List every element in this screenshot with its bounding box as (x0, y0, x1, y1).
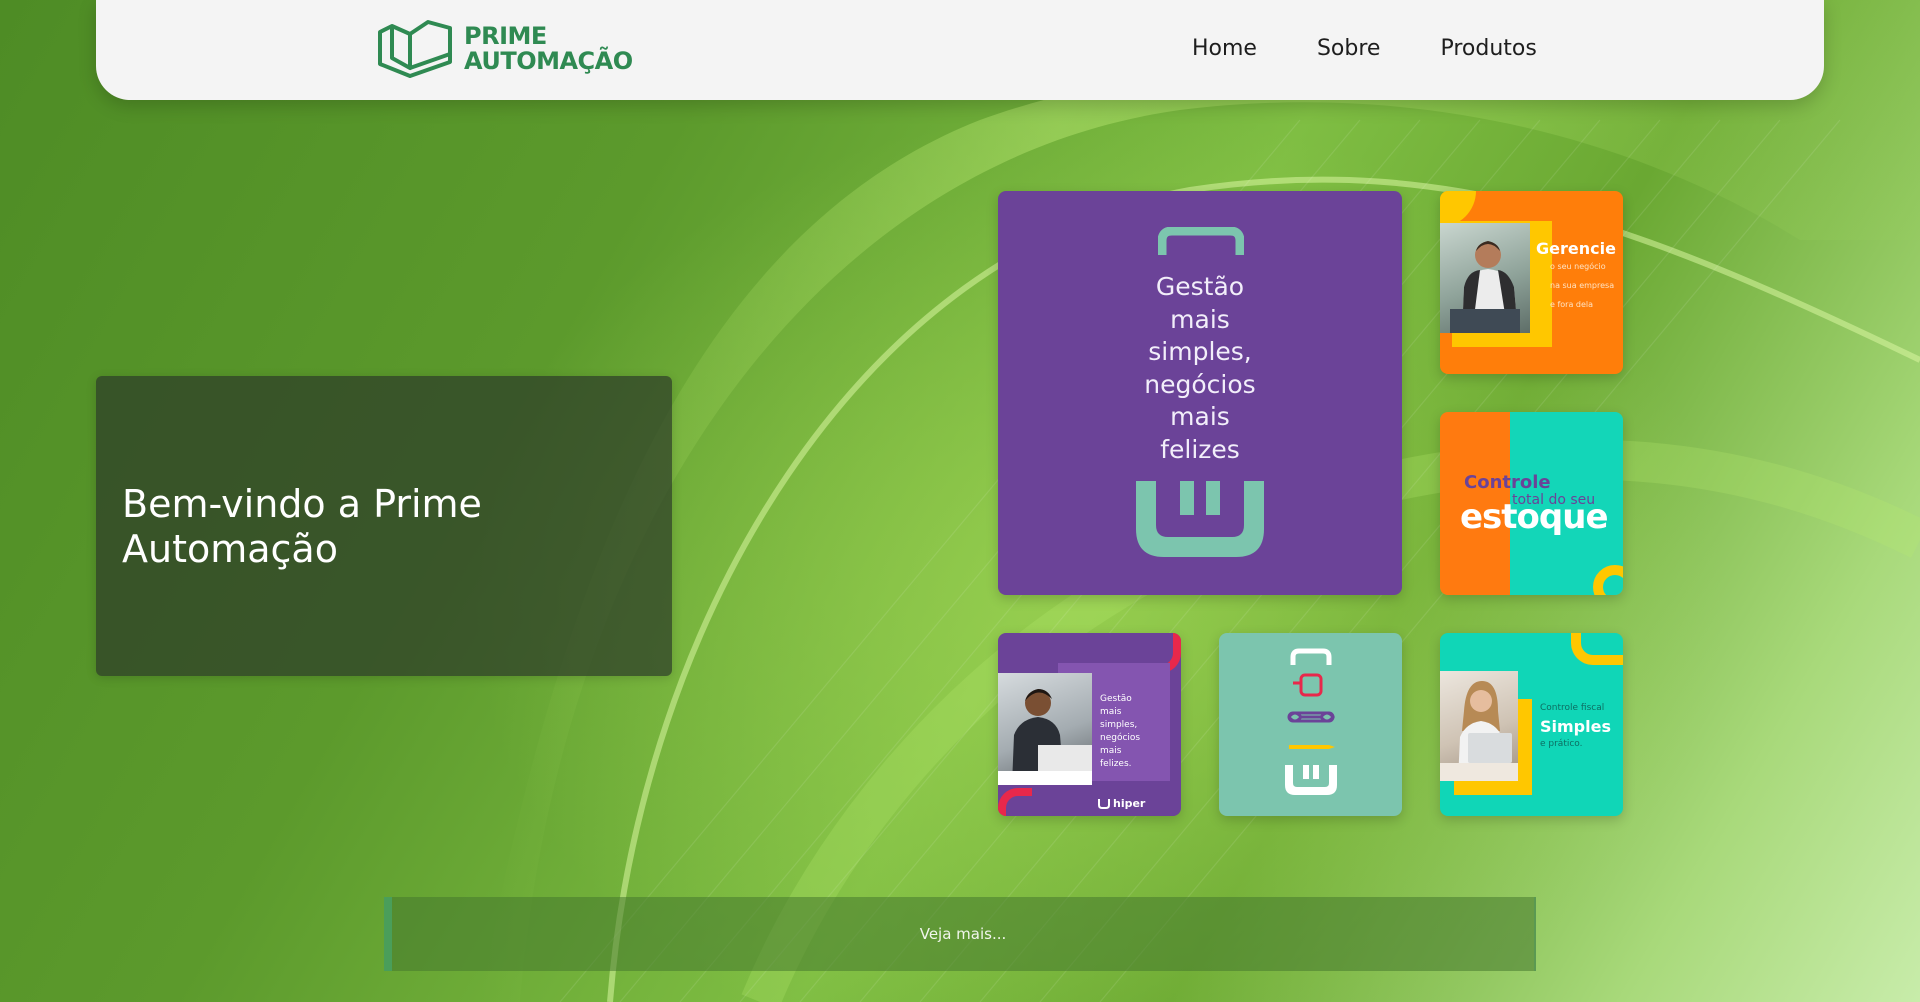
product-icons-illustration (1285, 648, 1337, 795)
woman-laptop-photo (1440, 671, 1518, 781)
main-slogan: Gestão mais simples, negócios mais feliz… (998, 271, 1402, 466)
nav-home[interactable]: Home (1192, 36, 1257, 61)
main-nav: Home Sobre Produtos (1192, 36, 1597, 61)
gestao-small-slogan: Gestão mais simples, negócios mais feliz… (1100, 693, 1140, 771)
fiscal-line2: Simples (1540, 717, 1611, 736)
hiper-brand: hiper (1098, 797, 1145, 810)
slogan-line: simples, (1148, 337, 1252, 366)
gallery-tile-gestao-small[interactable]: Gestão mais simples, negócios mais feliz… (998, 633, 1181, 816)
corner-accent (998, 788, 1032, 816)
gerencie-sub2: na sua empresa (1550, 281, 1615, 290)
gerencie-sub3: e fora dela (1550, 300, 1594, 309)
corner-ring (1593, 565, 1623, 595)
slogan-line: mais (1100, 746, 1122, 756)
gallery-tile-icons[interactable] (1219, 633, 1402, 816)
fiscal-line3: e prático. (1540, 739, 1583, 749)
hiper-basket-icon (1098, 798, 1110, 809)
nav-sobre[interactable]: Sobre (1317, 36, 1381, 61)
hiper-brand-label: hiper (1113, 797, 1146, 810)
slogan-line: simples, (1100, 720, 1138, 730)
man-photo (1440, 223, 1530, 333)
gallery-tile-main[interactable]: Gestão mais simples, negócios mais feliz… (998, 191, 1402, 595)
gallery-tile-gerencie[interactable]: Gerencie o seu negócio na sua empresa e … (1440, 191, 1623, 374)
gallery-tile-fiscal[interactable]: Controle fiscal Simples e prático. (1440, 633, 1623, 816)
man-laptop-photo (998, 673, 1092, 785)
gerencie-sub1: o seu negócio (1550, 262, 1606, 271)
slogan-line: Gestão (1155, 272, 1245, 301)
slogan-line: mais (1170, 304, 1230, 334)
slogan-line: felizes. (1100, 759, 1132, 769)
slogan-line: Gestão (1100, 694, 1132, 704)
nav-produtos[interactable]: Produtos (1440, 36, 1536, 61)
brand-line2: AUTOMAÇÃO (464, 47, 633, 75)
hiper-basket-icon (1136, 481, 1264, 557)
welcome-title: Bem-vindo a Prime Automação (122, 482, 482, 571)
fiscal-line1: Controle fiscal (1540, 703, 1605, 713)
estoque-line1: Controle (1464, 472, 1551, 493)
basket-handle-icon (1158, 227, 1244, 255)
slogan-line: mais (1100, 707, 1122, 717)
brand-name: PRIME AUTOMAÇÃO (464, 24, 633, 74)
estoque-line3: estoque (1460, 497, 1609, 537)
gallery-tile-estoque[interactable]: Controle total do seu estoque (1440, 412, 1623, 595)
slogan-line: mais (1170, 402, 1230, 431)
slogan-line: felizes (1160, 434, 1240, 464)
brand-logo[interactable]: PRIME AUTOMAÇÃO (376, 18, 633, 80)
veja-mais-button[interactable]: Veja mais... (384, 897, 1536, 971)
slogan-line: negócios (1100, 733, 1141, 743)
welcome-panel: Bem-vindo a Prime Automação (96, 376, 672, 676)
corner-accent (1571, 633, 1623, 665)
gerencie-title: Gerencie (1536, 239, 1616, 258)
brand-line1: PRIME (464, 22, 547, 50)
slogan-line: negócios (1144, 369, 1256, 399)
veja-mais-label: Veja mais... (919, 925, 1007, 943)
top-navbar: PRIME AUTOMAÇÃO Home Sobre Produtos (96, 0, 1824, 100)
logo-box-icon (378, 20, 452, 78)
